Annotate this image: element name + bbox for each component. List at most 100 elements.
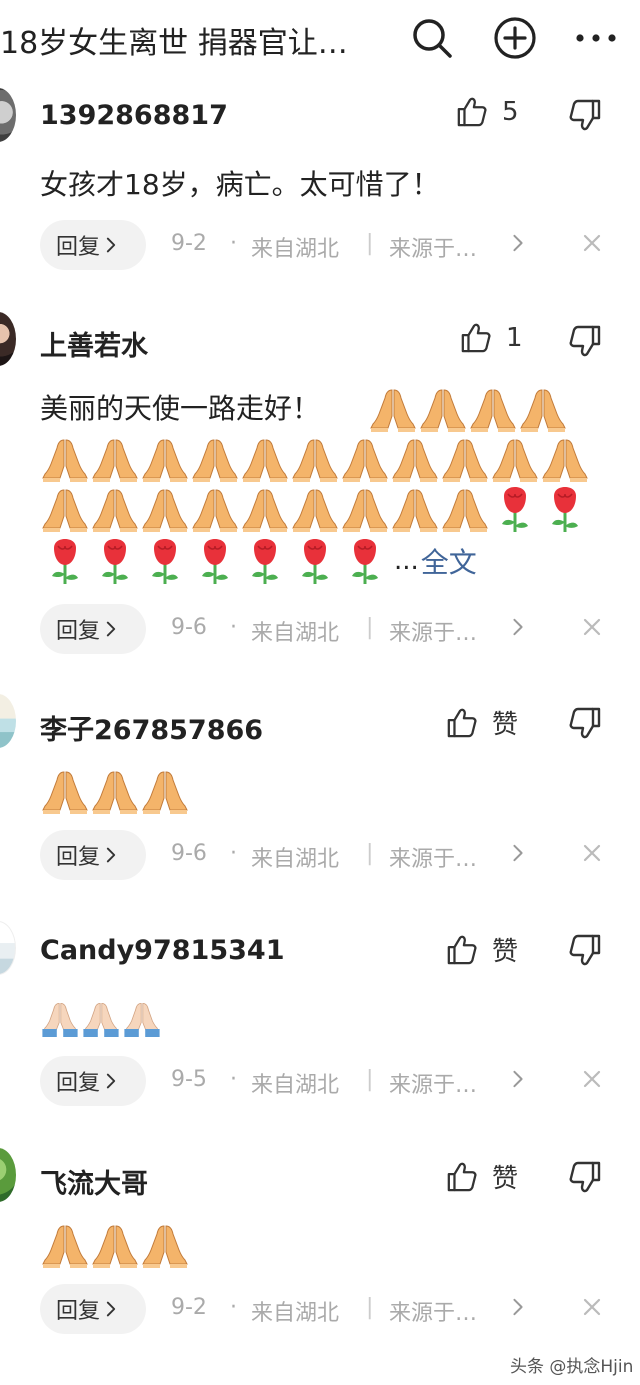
comment-source[interactable]: 来源于… bbox=[389, 231, 477, 263]
avatar[interactable] bbox=[0, 88, 16, 142]
chevron-right-icon[interactable] bbox=[512, 234, 524, 252]
full-text-link[interactable]: 全文 bbox=[421, 541, 477, 581]
reply-label: 回复 bbox=[56, 235, 101, 260]
rose-emoji bbox=[340, 536, 390, 586]
chevron-right-icon[interactable] bbox=[512, 1070, 524, 1088]
folded-hands-emoji bbox=[140, 1220, 190, 1270]
folded-hands-emoji bbox=[468, 384, 518, 434]
comment-username[interactable]: Candy97815341 bbox=[40, 935, 284, 966]
like-button[interactable]: 1 bbox=[460, 322, 523, 354]
reply-button[interactable]: 回复 bbox=[40, 604, 146, 654]
reply-label: 回复 bbox=[56, 1071, 101, 1096]
thumbs-down-icon[interactable] bbox=[568, 324, 602, 358]
close-icon[interactable] bbox=[582, 1297, 602, 1317]
comment-username[interactable]: 飞流大哥 bbox=[40, 1162, 148, 1201]
comment-date: 9-2 bbox=[171, 1295, 207, 1320]
comment-location: 来自湖北 bbox=[251, 621, 340, 646]
meta-separator: | bbox=[366, 1067, 374, 1092]
comment-item: Candy97815341 赞 回复 9-5 · 来自湖北 | 来源于… bbox=[0, 921, 640, 1111]
folded-hands-emoji bbox=[40, 434, 90, 484]
folded-hands-emoji bbox=[90, 1220, 140, 1270]
search-icon bbox=[413, 19, 452, 58]
rose-emoji bbox=[490, 484, 540, 534]
like-button[interactable]: 赞 bbox=[446, 931, 518, 968]
comment-meta: 回复 9-2 · 来自湖北 | 来源于… bbox=[40, 220, 610, 270]
folded-hands-emoji bbox=[390, 434, 440, 484]
reply-button[interactable]: 回复 bbox=[40, 220, 146, 270]
avatar[interactable] bbox=[0, 921, 16, 975]
emoji-row: ... 全文 bbox=[40, 536, 477, 586]
folded-hands-light-emoji bbox=[40, 997, 80, 1037]
comment-source[interactable]: 来源于… bbox=[389, 841, 477, 873]
article-title[interactable]: 18岁女生离世 捐器官让… bbox=[0, 18, 348, 62]
like-button[interactable]: 赞 bbox=[446, 704, 518, 741]
emoji-row bbox=[40, 1220, 190, 1270]
comment-location: 来自湖北 bbox=[251, 1301, 340, 1326]
emoji-row bbox=[368, 384, 568, 434]
chevron-right-icon[interactable] bbox=[512, 844, 524, 862]
close-icon[interactable] bbox=[582, 1069, 602, 1089]
comment-source[interactable]: 来源于… bbox=[389, 615, 477, 647]
reply-label: 回复 bbox=[56, 845, 101, 870]
folded-hands-emoji bbox=[490, 434, 540, 484]
folded-hands-emoji bbox=[440, 434, 490, 484]
thumbs-down-icon[interactable] bbox=[568, 98, 602, 132]
avatar[interactable] bbox=[0, 1148, 16, 1202]
folded-hands-emoji bbox=[390, 484, 440, 534]
chevron-right-icon bbox=[106, 847, 116, 863]
thumbs-up-icon bbox=[460, 322, 492, 354]
folded-hands-light-emoji bbox=[122, 997, 162, 1037]
chevron-right-icon bbox=[106, 1073, 116, 1089]
meta-dot: · bbox=[230, 841, 237, 866]
folded-hands-emoji bbox=[368, 384, 418, 434]
rose-emoji bbox=[540, 484, 590, 534]
more-dots-icon bbox=[576, 34, 616, 42]
chevron-right-icon[interactable] bbox=[512, 1298, 524, 1316]
comment-source[interactable]: 来源于… bbox=[389, 1295, 477, 1327]
like-label: 赞 bbox=[492, 710, 519, 740]
comment-username[interactable]: 李子267857866 bbox=[40, 708, 263, 747]
thumbs-down-icon[interactable] bbox=[568, 933, 602, 967]
meta-separator: | bbox=[366, 615, 374, 640]
reply-button[interactable]: 回复 bbox=[40, 1056, 146, 1106]
reply-button[interactable]: 回复 bbox=[40, 1284, 146, 1334]
thumbs-up-icon bbox=[456, 96, 488, 128]
like-button[interactable]: 5 bbox=[456, 96, 519, 128]
more-button[interactable] bbox=[572, 14, 620, 62]
comment-item: 1392868817 5 女孩才18岁，病亡。太可惜了！ 回复 9-2 · 来自… bbox=[0, 88, 640, 278]
meta-dot: · bbox=[230, 615, 237, 640]
comment-source[interactable]: 来源于… bbox=[389, 1067, 477, 1099]
comment-username[interactable]: 上善若水 bbox=[40, 324, 148, 363]
chevron-right-icon[interactable] bbox=[512, 618, 524, 636]
like-button[interactable]: 赞 bbox=[446, 1158, 518, 1195]
reply-button[interactable]: 回复 bbox=[40, 830, 146, 880]
comment-date: 9-2 bbox=[171, 231, 207, 256]
comment-item: 上善若水 1 美丽的天使一路走好！ ... 全文 回复 9-6 · 来自湖北 |… bbox=[0, 312, 640, 662]
close-icon[interactable] bbox=[582, 843, 602, 863]
add-button[interactable] bbox=[491, 14, 539, 62]
close-icon[interactable] bbox=[582, 617, 602, 637]
more-ellipsis: ... bbox=[394, 546, 419, 576]
thumbs-down-icon[interactable] bbox=[568, 706, 602, 740]
comment-text: 美丽的天使一路走好！ bbox=[40, 392, 321, 425]
comment-date: 9-6 bbox=[171, 615, 207, 640]
folded-hands-emoji bbox=[440, 484, 490, 534]
chevron-right-icon bbox=[106, 1301, 116, 1317]
emoji-row bbox=[40, 997, 162, 1037]
thumbs-down-icon[interactable] bbox=[568, 1160, 602, 1194]
comment-location: 来自湖北 bbox=[251, 237, 340, 262]
reply-label: 回复 bbox=[56, 1299, 101, 1324]
like-count: 5 bbox=[502, 97, 519, 127]
thumbs-up-icon bbox=[446, 707, 478, 739]
folded-hands-emoji bbox=[340, 434, 390, 484]
comment-username[interactable]: 1392868817 bbox=[40, 100, 228, 131]
close-icon[interactable] bbox=[582, 233, 602, 253]
folded-hands-emoji bbox=[290, 484, 340, 534]
avatar[interactable] bbox=[0, 694, 16, 748]
meta-dot: · bbox=[230, 1067, 237, 1092]
top-bar: 18岁女生离世 捐器官让… bbox=[0, 0, 640, 80]
comment-meta: 回复 9-5 · 来自湖北 | 来源于… bbox=[40, 1056, 610, 1106]
avatar[interactable] bbox=[0, 312, 16, 366]
search-button[interactable] bbox=[408, 14, 456, 62]
comment-location: 来自湖北 bbox=[251, 847, 340, 872]
